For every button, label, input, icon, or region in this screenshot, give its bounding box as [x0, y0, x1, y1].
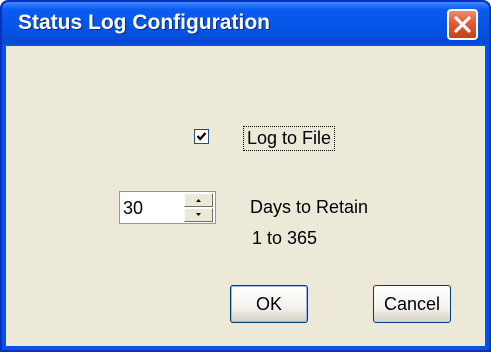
arrow-down-icon — [196, 213, 201, 216]
cancel-button[interactable]: Cancel — [373, 285, 451, 323]
title-bar[interactable]: Status Log Configuration — [2, 2, 489, 44]
window-title: Status Log Configuration — [18, 11, 270, 34]
days-to-retain-spinner[interactable] — [119, 191, 216, 224]
ok-button[interactable]: OK — [230, 285, 308, 323]
days-to-retain-input[interactable] — [123, 196, 178, 220]
spin-up-button[interactable] — [184, 193, 213, 207]
spin-down-button[interactable] — [184, 208, 213, 222]
days-to-retain-label: Days to Retain — [250, 197, 369, 217]
range-hint-label: 1 to 365 — [252, 228, 318, 248]
close-button[interactable] — [447, 9, 478, 40]
log-to-file-label[interactable]: Log to File — [243, 126, 336, 151]
arrow-up-icon — [196, 199, 201, 202]
close-x-icon — [454, 16, 471, 33]
checkmark-icon — [196, 132, 207, 141]
log-to-file-checkbox[interactable] — [194, 129, 209, 144]
dialog-body: Log to File Days to Retain 1 to 365 OK C… — [6, 46, 485, 346]
dialog-window: Status Log Configuration Log to File 30 … — [0, 0, 491, 352]
